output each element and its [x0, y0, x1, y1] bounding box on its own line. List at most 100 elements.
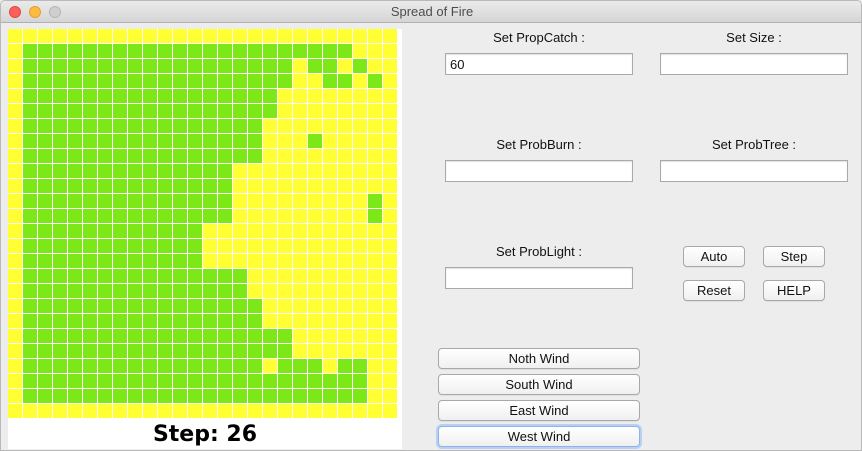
empty-cell: [308, 254, 322, 268]
east-wind-button[interactable]: East Wind: [438, 400, 640, 421]
tree-cell: [158, 254, 172, 268]
auto-button[interactable]: Auto: [683, 246, 745, 267]
problight-field[interactable]: [445, 267, 633, 289]
tree-cell: [23, 164, 37, 178]
tree-cell: [308, 374, 322, 388]
tree-cell: [143, 254, 157, 268]
tree-cell: [248, 389, 262, 403]
tree-cell: [128, 164, 142, 178]
empty-cell: [353, 284, 367, 298]
south-wind-button[interactable]: South Wind: [438, 374, 640, 395]
probtree-field[interactable]: [660, 160, 848, 182]
empty-cell: [338, 239, 352, 253]
tree-cell: [308, 59, 322, 73]
tree-cell: [68, 59, 82, 73]
tree-cell: [158, 284, 172, 298]
tree-cell: [218, 134, 232, 148]
empty-cell: [293, 254, 307, 268]
tree-cell: [188, 344, 202, 358]
tree-cell: [83, 179, 97, 193]
empty-cell: [263, 299, 277, 313]
step-button[interactable]: Step: [763, 246, 825, 267]
tree-cell: [83, 209, 97, 223]
tree-cell: [113, 89, 127, 103]
empty-cell: [8, 164, 22, 178]
empty-cell: [68, 404, 82, 418]
tree-cell: [98, 149, 112, 163]
reset-button[interactable]: Reset: [683, 280, 745, 301]
west-wind-button[interactable]: West Wind: [438, 426, 640, 447]
empty-cell: [338, 149, 352, 163]
empty-cell: [353, 29, 367, 43]
tree-cell: [158, 89, 172, 103]
empty-cell: [353, 164, 367, 178]
tree-cell: [218, 179, 232, 193]
empty-cell: [353, 269, 367, 283]
tree-cell: [173, 59, 187, 73]
tree-cell: [128, 209, 142, 223]
tree-cell: [188, 179, 202, 193]
tree-cell: [173, 164, 187, 178]
empty-cell: [308, 119, 322, 133]
tree-cell: [83, 149, 97, 163]
empty-cell: [323, 149, 337, 163]
tree-cell: [143, 104, 157, 118]
tree-cell: [113, 344, 127, 358]
empty-cell: [383, 374, 397, 388]
empty-cell: [323, 239, 337, 253]
empty-cell: [8, 389, 22, 403]
empty-cell: [353, 299, 367, 313]
size-field[interactable]: [660, 53, 848, 75]
tree-cell: [278, 359, 292, 373]
tree-cell: [128, 89, 142, 103]
empty-cell: [323, 224, 337, 238]
tree-cell: [158, 179, 172, 193]
tree-cell: [248, 59, 262, 73]
tree-cell: [218, 149, 232, 163]
empty-cell: [338, 269, 352, 283]
tree-cell: [68, 299, 82, 313]
empty-cell: [263, 194, 277, 208]
tree-cell: [263, 59, 277, 73]
tree-cell: [158, 134, 172, 148]
tree-cell: [143, 119, 157, 133]
north-wind-button[interactable]: Noth Wind: [438, 348, 640, 369]
tree-cell: [233, 74, 247, 88]
tree-cell: [338, 74, 352, 88]
tree-cell: [113, 329, 127, 343]
empty-cell: [8, 134, 22, 148]
tree-cell: [203, 314, 217, 328]
tree-cell: [143, 359, 157, 373]
help-button[interactable]: HELP: [763, 280, 825, 301]
tree-cell: [68, 194, 82, 208]
tree-cell: [113, 194, 127, 208]
probburn-field[interactable]: [445, 160, 633, 182]
empty-cell: [293, 284, 307, 298]
tree-cell: [203, 74, 217, 88]
empty-cell: [308, 29, 322, 43]
tree-cell: [158, 44, 172, 58]
tree-cell: [158, 194, 172, 208]
empty-cell: [368, 404, 382, 418]
tree-cell: [98, 254, 112, 268]
tree-cell: [53, 314, 67, 328]
propcatch-field[interactable]: [445, 53, 633, 75]
tree-cell: [98, 104, 112, 118]
tree-cell: [323, 59, 337, 73]
tree-cell: [83, 269, 97, 283]
empty-cell: [293, 194, 307, 208]
empty-cell: [338, 254, 352, 268]
tree-cell: [173, 254, 187, 268]
empty-cell: [353, 74, 367, 88]
tree-cell: [203, 164, 217, 178]
empty-cell: [23, 404, 37, 418]
tree-cell: [113, 59, 127, 73]
empty-cell: [263, 224, 277, 238]
empty-cell: [263, 134, 277, 148]
empty-cell: [383, 329, 397, 343]
empty-cell: [248, 404, 262, 418]
tree-cell: [68, 209, 82, 223]
empty-cell: [368, 104, 382, 118]
tree-cell: [83, 224, 97, 238]
probburn-label: Set ProbBurn :: [496, 137, 582, 152]
